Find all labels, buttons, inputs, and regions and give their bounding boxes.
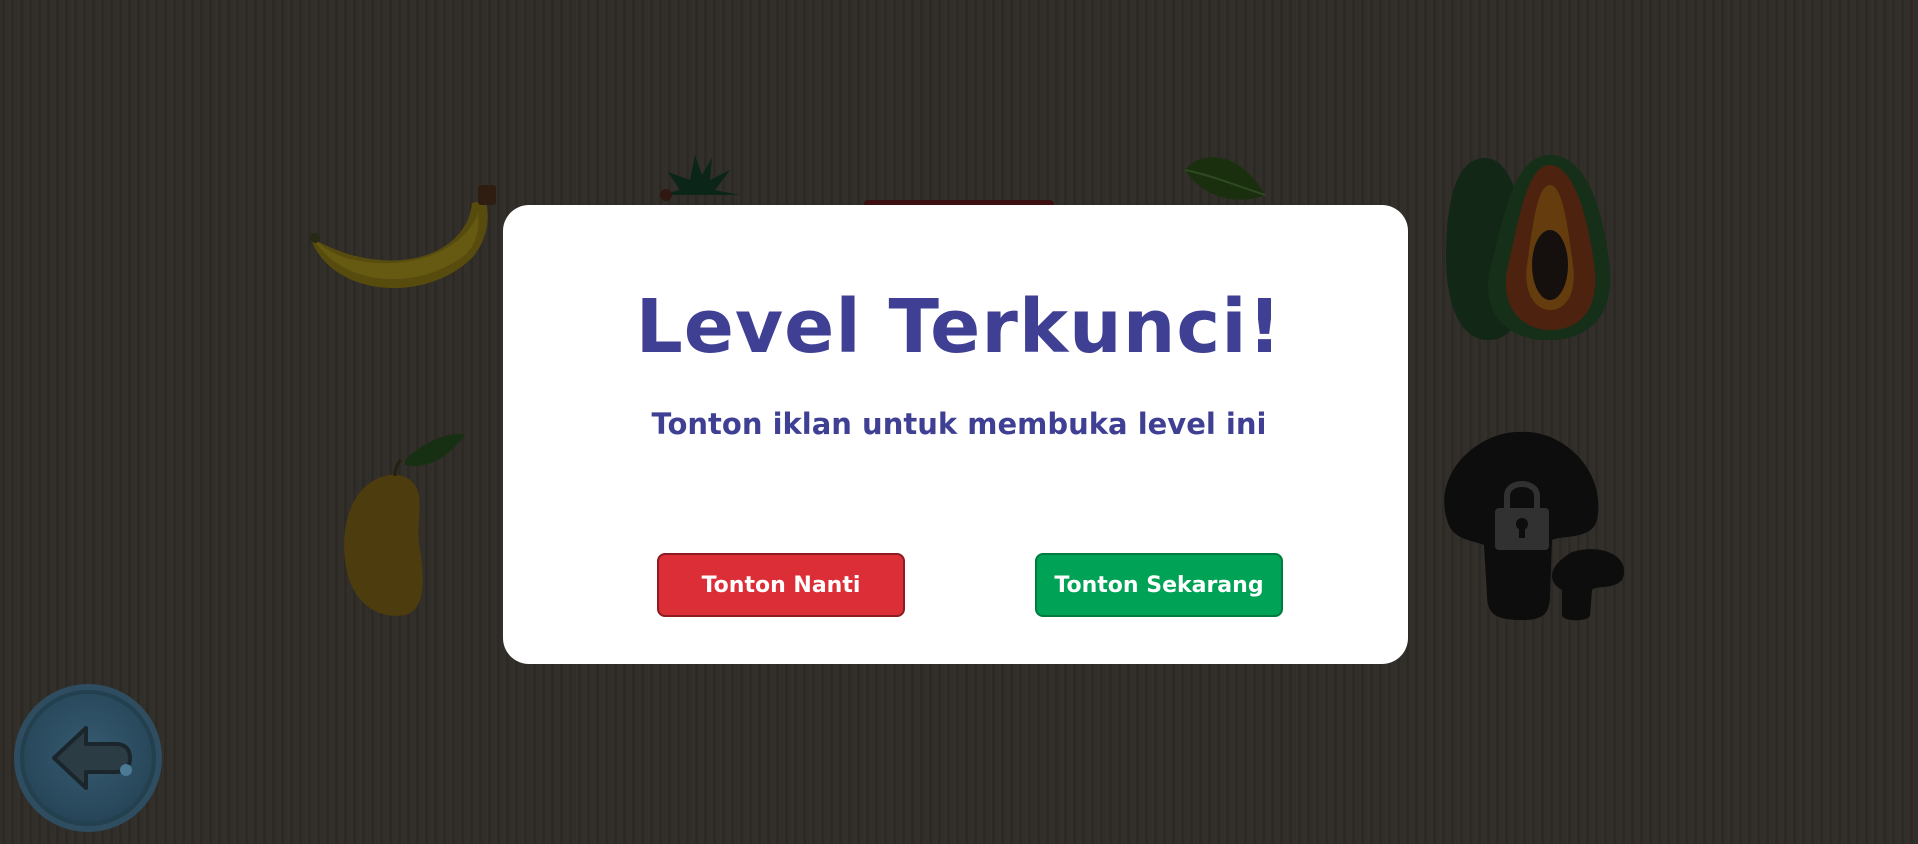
level-mushroom[interactable] [1432, 430, 1627, 625]
dialog-title: Level Terkunci! [635, 284, 1283, 370]
level-pineapple[interactable] [650, 150, 750, 210]
dialog-message: Tonton iklan untuk membuka level ini [651, 407, 1267, 441]
pineapple-icon [660, 155, 740, 201]
mango-icon [344, 433, 465, 616]
level-mango[interactable] [335, 430, 475, 620]
level-green-fruit[interactable] [1180, 150, 1270, 210]
watch-later-button[interactable]: Tonton Nanti [657, 553, 905, 617]
back-button[interactable] [20, 690, 156, 826]
mushroom-icon [1444, 431, 1625, 621]
watch-now-button[interactable]: Tonton Sekarang [1035, 553, 1283, 617]
leaf-icon [1184, 157, 1266, 200]
arrow-left-icon [52, 726, 132, 790]
